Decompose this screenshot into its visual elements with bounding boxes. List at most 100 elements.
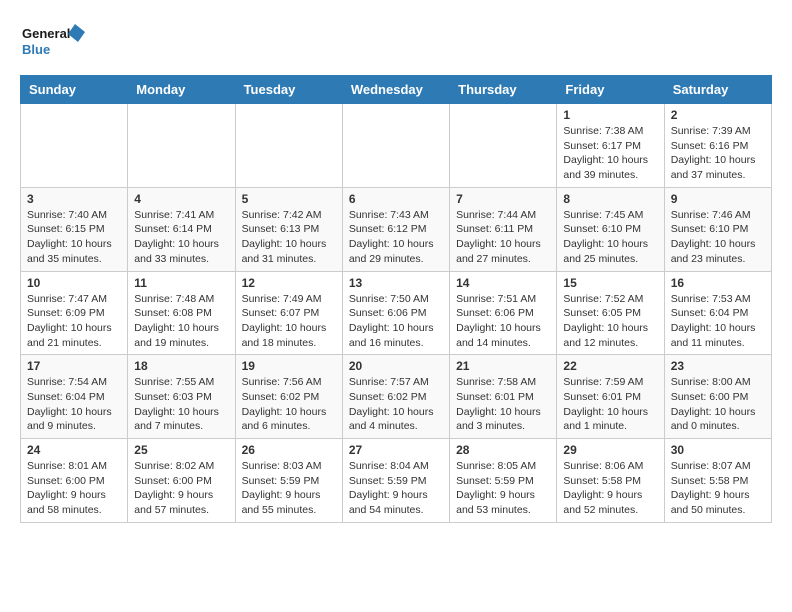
calendar-cell: 1 Sunrise: 7:38 AM Sunset: 6:17 PM Daylig… (557, 104, 664, 188)
day-info: Sunrise: 8:06 AM Sunset: 5:58 PM Dayligh… (563, 459, 657, 518)
calendar-cell: 12Sunrise: 7:49 AM Sunset: 6:07 PM Dayli… (235, 271, 342, 355)
day-info: Sunrise: 7:57 AM Sunset: 6:02 PM Dayligh… (349, 375, 443, 434)
calendar-cell (128, 104, 235, 188)
day-info: Sunrise: 7:54 AM Sunset: 6:04 PM Dayligh… (27, 375, 121, 434)
day-info: Sunrise: 7:38 AM Sunset: 6:17 PM Dayligh… (563, 124, 657, 183)
day-number: 14 (456, 276, 550, 290)
day-info: Sunrise: 7:43 AM Sunset: 6:12 PM Dayligh… (349, 208, 443, 267)
calendar-header-row: SundayMondayTuesdayWednesdayThursdayFrid… (21, 76, 772, 104)
calendar-cell: 22 Sunrise: 7:59 AM Sunset: 6:01 PM Dayli… (557, 355, 664, 439)
day-number: 26 (242, 443, 336, 457)
day-number: 1 (563, 108, 657, 122)
day-info: Sunrise: 8:03 AM Sunset: 5:59 PM Dayligh… (242, 459, 336, 518)
calendar-cell: 7 Sunrise: 7:44 AM Sunset: 6:11 PM Daylig… (450, 187, 557, 271)
calendar-cell: 25 Sunrise: 8:02 AM Sunset: 6:00 PM Dayli… (128, 439, 235, 523)
weekday-header: Monday (128, 76, 235, 104)
day-info: Sunrise: 7:39 AM Sunset: 6:16 PM Dayligh… (671, 124, 765, 183)
day-info: Sunrise: 7:48 AM Sunset: 6:08 PM Dayligh… (134, 292, 228, 351)
day-info: Sunrise: 7:45 AM Sunset: 6:10 PM Dayligh… (563, 208, 657, 267)
logo: General Blue (20, 20, 90, 65)
day-number: 21 (456, 359, 550, 373)
calendar-cell: 26 Sunrise: 8:03 AM Sunset: 5:59 PM Dayli… (235, 439, 342, 523)
svg-text:General: General (22, 26, 70, 41)
calendar-week-row: 10 Sunrise: 7:47 AM Sunset: 6:09 PM Dayli… (21, 271, 772, 355)
day-number: 11 (134, 276, 228, 290)
day-info: Sunrise: 8:07 AM Sunset: 5:58 PM Dayligh… (671, 459, 765, 518)
calendar-week-row: 3 Sunrise: 7:40 AM Sunset: 6:15 PM Daylig… (21, 187, 772, 271)
calendar-cell: 14Sunrise: 7:51 AM Sunset: 6:06 PM Dayli… (450, 271, 557, 355)
day-number: 19 (242, 359, 336, 373)
weekday-header: Wednesday (342, 76, 449, 104)
day-info: Sunrise: 7:56 AM Sunset: 6:02 PM Dayligh… (242, 375, 336, 434)
calendar-cell: 2Sunrise: 7:39 AM Sunset: 6:16 PM Daylig… (664, 104, 771, 188)
calendar-week-row: 17Sunrise: 7:54 AM Sunset: 6:04 PM Dayli… (21, 355, 772, 439)
calendar-cell: 19 Sunrise: 7:56 AM Sunset: 6:02 PM Dayli… (235, 355, 342, 439)
calendar-cell: 28Sunrise: 8:05 AM Sunset: 5:59 PM Dayli… (450, 439, 557, 523)
day-info: Sunrise: 8:04 AM Sunset: 5:59 PM Dayligh… (349, 459, 443, 518)
day-info: Sunrise: 7:52 AM Sunset: 6:05 PM Dayligh… (563, 292, 657, 351)
day-number: 23 (671, 359, 765, 373)
calendar-week-row: 24Sunrise: 8:01 AM Sunset: 6:00 PM Dayli… (21, 439, 772, 523)
day-number: 18 (134, 359, 228, 373)
day-info: Sunrise: 8:00 AM Sunset: 6:00 PM Dayligh… (671, 375, 765, 434)
svg-text:Blue: Blue (22, 42, 50, 57)
day-number: 9 (671, 192, 765, 206)
calendar-cell: 5 Sunrise: 7:42 AM Sunset: 6:13 PM Daylig… (235, 187, 342, 271)
day-info: Sunrise: 7:59 AM Sunset: 6:01 PM Dayligh… (563, 375, 657, 434)
calendar-cell: 23 Sunrise: 8:00 AM Sunset: 6:00 PM Dayli… (664, 355, 771, 439)
calendar-cell: 11 Sunrise: 7:48 AM Sunset: 6:08 PM Dayli… (128, 271, 235, 355)
weekday-header: Friday (557, 76, 664, 104)
calendar-cell (450, 104, 557, 188)
weekday-header: Saturday (664, 76, 771, 104)
day-number: 16 (671, 276, 765, 290)
calendar-week-row: 1 Sunrise: 7:38 AM Sunset: 6:17 PM Daylig… (21, 104, 772, 188)
calendar-cell (21, 104, 128, 188)
day-info: Sunrise: 7:49 AM Sunset: 6:07 PM Dayligh… (242, 292, 336, 351)
calendar-cell (235, 104, 342, 188)
calendar-cell: 16 Sunrise: 7:53 AM Sunset: 6:04 PM Dayli… (664, 271, 771, 355)
header: General Blue (20, 20, 772, 65)
calendar-cell: 3 Sunrise: 7:40 AM Sunset: 6:15 PM Daylig… (21, 187, 128, 271)
day-info: Sunrise: 7:41 AM Sunset: 6:14 PM Dayligh… (134, 208, 228, 267)
day-number: 22 (563, 359, 657, 373)
calendar-cell: 30 Sunrise: 8:07 AM Sunset: 5:58 PM Dayli… (664, 439, 771, 523)
day-number: 30 (671, 443, 765, 457)
calendar-cell: 20 Sunrise: 7:57 AM Sunset: 6:02 PM Dayli… (342, 355, 449, 439)
day-number: 5 (242, 192, 336, 206)
calendar-cell: 8Sunrise: 7:45 AM Sunset: 6:10 PM Daylig… (557, 187, 664, 271)
day-info: Sunrise: 7:55 AM Sunset: 6:03 PM Dayligh… (134, 375, 228, 434)
calendar-cell: 4 Sunrise: 7:41 AM Sunset: 6:14 PM Daylig… (128, 187, 235, 271)
day-number: 4 (134, 192, 228, 206)
calendar-cell: 27 Sunrise: 8:04 AM Sunset: 5:59 PM Dayli… (342, 439, 449, 523)
day-number: 13 (349, 276, 443, 290)
calendar-cell: 9Sunrise: 7:46 AM Sunset: 6:10 PM Daylig… (664, 187, 771, 271)
day-info: Sunrise: 7:50 AM Sunset: 6:06 PM Dayligh… (349, 292, 443, 351)
day-number: 29 (563, 443, 657, 457)
calendar-cell: 15 Sunrise: 7:52 AM Sunset: 6:05 PM Dayli… (557, 271, 664, 355)
weekday-header: Tuesday (235, 76, 342, 104)
day-number: 7 (456, 192, 550, 206)
day-info: Sunrise: 7:53 AM Sunset: 6:04 PM Dayligh… (671, 292, 765, 351)
day-number: 6 (349, 192, 443, 206)
calendar-cell: 21 Sunrise: 7:58 AM Sunset: 6:01 PM Dayli… (450, 355, 557, 439)
calendar-table: SundayMondayTuesdayWednesdayThursdayFrid… (20, 75, 772, 523)
day-info: Sunrise: 7:42 AM Sunset: 6:13 PM Dayligh… (242, 208, 336, 267)
day-info: Sunrise: 7:58 AM Sunset: 6:01 PM Dayligh… (456, 375, 550, 434)
calendar-cell: 18 Sunrise: 7:55 AM Sunset: 6:03 PM Dayli… (128, 355, 235, 439)
day-number: 3 (27, 192, 121, 206)
day-number: 10 (27, 276, 121, 290)
calendar-cell: 24Sunrise: 8:01 AM Sunset: 6:00 PM Dayli… (21, 439, 128, 523)
day-info: Sunrise: 7:40 AM Sunset: 6:15 PM Dayligh… (27, 208, 121, 267)
day-number: 27 (349, 443, 443, 457)
day-info: Sunrise: 8:02 AM Sunset: 6:00 PM Dayligh… (134, 459, 228, 518)
day-info: Sunrise: 7:44 AM Sunset: 6:11 PM Dayligh… (456, 208, 550, 267)
day-info: Sunrise: 8:01 AM Sunset: 6:00 PM Dayligh… (27, 459, 121, 518)
calendar-cell: 10 Sunrise: 7:47 AM Sunset: 6:09 PM Dayli… (21, 271, 128, 355)
day-info: Sunrise: 8:05 AM Sunset: 5:59 PM Dayligh… (456, 459, 550, 518)
day-info: Sunrise: 7:47 AM Sunset: 6:09 PM Dayligh… (27, 292, 121, 351)
day-number: 25 (134, 443, 228, 457)
weekday-header: Sunday (21, 76, 128, 104)
day-number: 20 (349, 359, 443, 373)
calendar-cell (342, 104, 449, 188)
day-number: 15 (563, 276, 657, 290)
